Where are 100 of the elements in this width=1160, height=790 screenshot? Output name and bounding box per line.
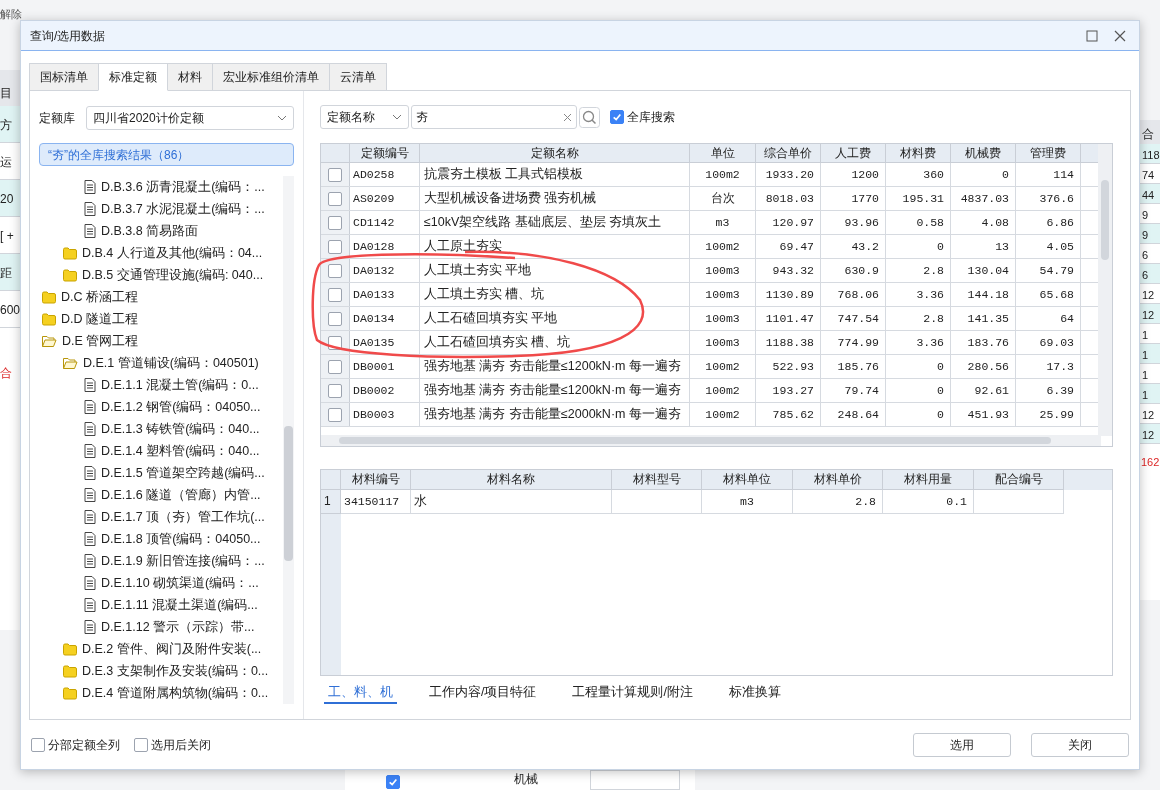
tree-item[interactable]: D.E.1.10 砌筑渠道(编码：... <box>39 572 283 594</box>
document-icon <box>84 576 96 590</box>
tab[interactable]: 宏业标准组价清单 <box>212 63 330 91</box>
table-cell: 2.8 <box>793 490 883 514</box>
column-header: 材料名称 <box>411 470 612 490</box>
checkbox[interactable] <box>610 110 624 124</box>
table-cell: 4.05 <box>1016 235 1081 258</box>
tree-item[interactable]: D.E.1.2 钢管(编码：04050... <box>39 396 283 418</box>
search-field-dropdown[interactable]: 定额名称 <box>320 105 409 129</box>
column-header: 材料单位 <box>702 470 793 490</box>
scrollbar-thumb[interactable] <box>339 437 1051 444</box>
close-icon[interactable] <box>1114 29 1126 42</box>
tree-item[interactable]: D.E.3 支架制作及安装(编码：0... <box>39 660 283 682</box>
tree-item[interactable]: D.E 管网工程 <box>39 330 283 352</box>
table-cell: 强夯地基 满夯 夯击能量≤2000kN·m 每一遍夯 <box>420 403 690 426</box>
tree-item[interactable]: D.E.1 管道铺设(编码：040501) <box>39 352 283 374</box>
table-cell: 34150117 <box>341 490 411 514</box>
table-cell: 120.97 <box>756 211 821 234</box>
checkbox[interactable] <box>134 737 148 752</box>
table-cell: 43.2 <box>821 235 886 258</box>
chevron-down-icon[interactable] <box>277 115 287 121</box>
tab[interactable]: 工作内容/项目特征 <box>425 682 541 704</box>
tree-item[interactable]: D.B.3.6 沥青混凝土(编码：... <box>39 176 283 198</box>
tab[interactable]: 工、料、机 <box>324 682 397 704</box>
tree-item[interactable]: D.E.1.8 顶管(编码：04050... <box>39 528 283 550</box>
tree-item[interactable]: D.E.1.12 警示（示踪）带... <box>39 616 283 638</box>
dialog-button[interactable]: 关闭 <box>1031 732 1129 757</box>
table-cell: 522.93 <box>756 355 821 378</box>
search-button[interactable] <box>579 106 600 128</box>
tree-item[interactable]: D.E.1.11 混凝土渠道(编码... <box>39 594 283 616</box>
table-cell: 360 <box>886 163 951 186</box>
tree-item[interactable]: D.E.1.3 铸铁管(编码：040... <box>39 418 283 440</box>
tab[interactable]: 云清单 <box>329 63 387 91</box>
document-icon <box>84 466 96 480</box>
tab[interactable]: 工程量计算规则/附注 <box>568 682 697 704</box>
table-cell: 6 <box>1140 264 1160 284</box>
tree-item[interactable]: D.E.1.6 隧道（管廊）内管... <box>39 484 283 506</box>
table-cell: 6.39 <box>1016 379 1081 402</box>
table-cell: 65.68 <box>1016 283 1081 306</box>
checkbox[interactable] <box>328 215 342 230</box>
checkbox[interactable] <box>31 737 45 752</box>
table-cell: 12 <box>1140 304 1160 324</box>
input-field[interactable] <box>590 770 680 790</box>
tab[interactable]: 标准换算 <box>724 682 785 704</box>
table-cell: 1770 <box>821 187 886 210</box>
chevron-down-icon[interactable] <box>392 114 402 120</box>
horizontal-scrollbar[interactable] <box>321 435 1101 446</box>
tree-item[interactable]: D.E.1.1 混凝土管(编码：0... <box>39 374 283 396</box>
field-label: 定额库 <box>39 110 76 127</box>
table-cell: 方 <box>0 106 20 143</box>
search-input[interactable]: 夯 <box>411 105 577 129</box>
table-cell: 4.08 <box>951 211 1016 234</box>
table-cell: 114 <box>1016 163 1081 186</box>
table-cell: 3.36 <box>886 331 951 354</box>
tree-item[interactable]: D.E.1.4 塑料管(编码：040... <box>39 440 283 462</box>
tree-item[interactable]: D.B.3.7 水泥混凝土(编码：... <box>39 198 283 220</box>
scrollbar-thumb[interactable] <box>284 426 293 561</box>
tab[interactable]: 国标清单 <box>29 63 99 91</box>
tree-item[interactable]: D.E.1.5 管道架空跨越(编码... <box>39 462 283 484</box>
tab[interactable]: 材料 <box>167 63 213 91</box>
tree-item[interactable]: D.B.5 交通管理设施(编码: 040... <box>39 264 283 286</box>
scrollbar-thumb[interactable] <box>1101 180 1109 260</box>
search-result-item[interactable]: “夯”的全库搜索结果（86） <box>39 143 294 166</box>
tree-item[interactable]: D.E.1.9 新旧管连接(编码：... <box>39 550 283 572</box>
table-cell: 2.8 <box>886 307 951 330</box>
checkbox[interactable] <box>386 775 400 789</box>
checkbox[interactable] <box>328 239 342 254</box>
column-header: 管理费 <box>1016 144 1081 162</box>
tree-item[interactable]: D.E.1.7 顶（夯）管工作坑(... <box>39 506 283 528</box>
column-header: 机械费 <box>951 144 1016 162</box>
clear-icon[interactable] <box>563 112 572 122</box>
table-cell: 0.58 <box>886 211 951 234</box>
table-row[interactable]: 1 34150117 水 m3 2.8 0.1 <box>321 490 1112 514</box>
table-cell: 17.3 <box>1016 355 1081 378</box>
tree-item[interactable]: D.E.2 管件、阀门及附件安装(... <box>39 638 283 660</box>
tree-item[interactable]: D.D 隧道工程 <box>39 308 283 330</box>
checkbox[interactable] <box>328 167 342 182</box>
tree-item[interactable]: D.B.4 人行道及其他(编码：04... <box>39 242 283 264</box>
table-cell: 100m2 <box>690 379 756 402</box>
checkbox[interactable] <box>328 407 342 422</box>
table-cell: 280.56 <box>951 355 1016 378</box>
maximize-icon[interactable] <box>1086 29 1098 42</box>
checkbox-label: 全库搜索 <box>627 109 675 126</box>
column-header: 定额名称 <box>420 144 690 162</box>
table-cell: 451.93 <box>951 403 1016 426</box>
vertical-scrollbar[interactable] <box>1098 144 1112 436</box>
table-cell: 100m2 <box>690 163 756 186</box>
dialog-button[interactable]: 选用 <box>913 732 1011 757</box>
checkbox[interactable] <box>328 383 342 398</box>
table-cell: m3 <box>690 211 756 234</box>
table-cell: 100m3 <box>690 307 756 330</box>
table-cell: 1200 <box>821 163 886 186</box>
tree-item[interactable]: D.E.4 管道附属构筑物(编码：0... <box>39 682 283 704</box>
scrollbar[interactable] <box>283 176 294 704</box>
library-dropdown[interactable]: 四川省2020计价定额 <box>86 106 294 130</box>
tree-item[interactable]: D.B.3.8 简易路面 <box>39 220 283 242</box>
table-cell: 100m3 <box>690 259 756 282</box>
tree-item[interactable]: D.C 桥涵工程 <box>39 286 283 308</box>
checkbox[interactable] <box>328 191 342 206</box>
tab[interactable]: 标准定额 <box>98 63 168 91</box>
